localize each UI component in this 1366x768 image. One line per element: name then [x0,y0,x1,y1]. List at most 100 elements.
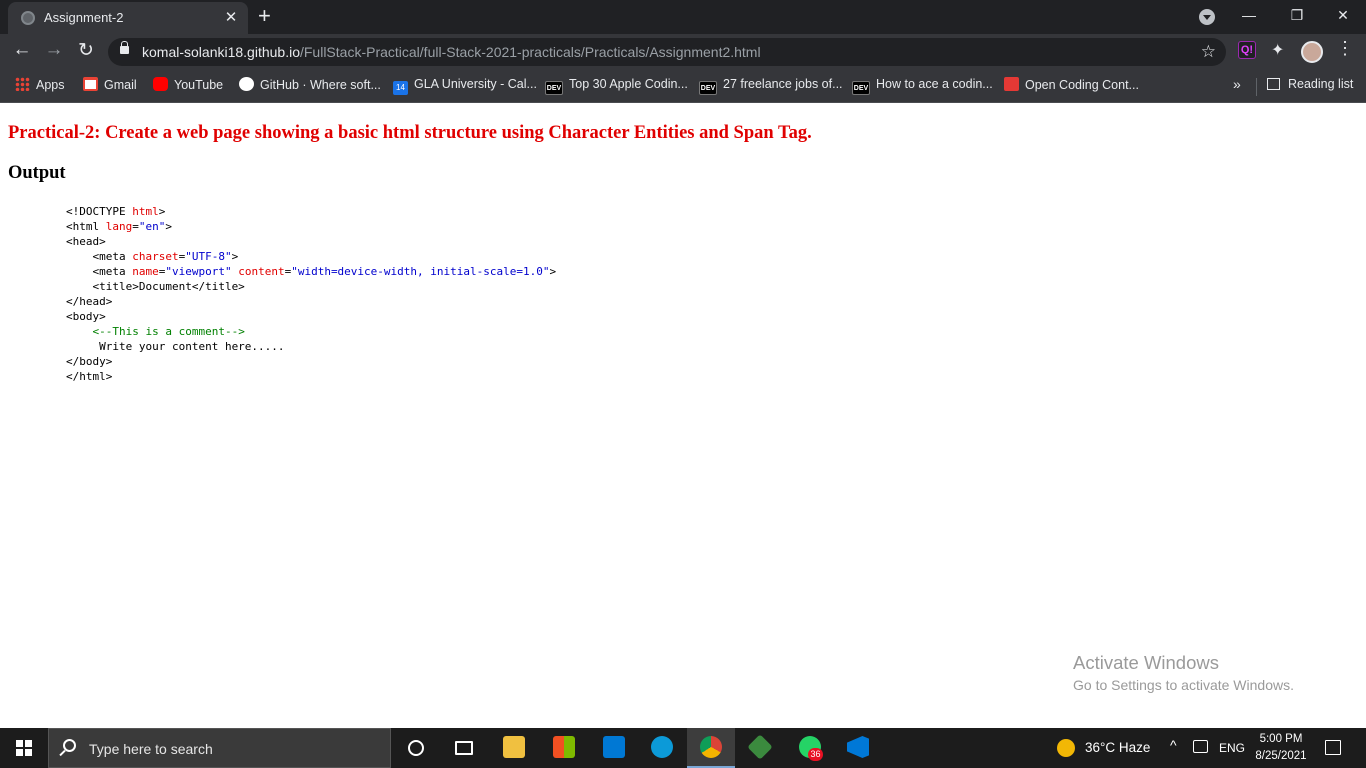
tab-title: Assignment-2 [44,10,124,25]
chrome-menu-icon[interactable]: ⋮ [1336,38,1354,59]
clock-time: 5:00 PM [1259,733,1303,745]
code-line: Write your content here..... [66,340,285,353]
bookmark-youtube[interactable]: YouTube [153,77,223,92]
cortana-icon [408,740,424,756]
url-path: /FullStack-Practical/full-Stack-2021-pra… [299,44,761,60]
profile-avatar[interactable] [1301,41,1323,63]
code-line: <html lang="en"> [66,220,172,233]
microsoft-store-button[interactable] [540,728,588,768]
bookmark-label: GLA University - Cal... [414,77,537,91]
vscode-icon [847,736,869,758]
language-indicator[interactable]: ENG [1219,741,1245,755]
search-placeholder: Type here to search [89,741,213,757]
opencoding-icon [1004,77,1019,91]
bookmark-label: How to ace a codin... [876,77,993,91]
close-window-button[interactable]: ✕ [1320,4,1366,28]
clock[interactable]: 5:00 PM 8/25/2021 [1250,731,1312,765]
bookmark-gla[interactable]: 14 GLA University - Cal... [393,77,537,95]
dev-icon: DEV [545,81,563,95]
weather-icon[interactable] [1057,739,1075,757]
reading-list-icon [1267,78,1280,90]
github-icon [239,77,254,91]
bookmark-apps[interactable]: Apps [15,77,65,92]
notifications-icon[interactable] [1325,740,1341,755]
windows-logo-icon [16,749,23,756]
search-icon [63,739,76,752]
code-line: <!DOCTYPE html> [66,205,166,218]
minimize-button[interactable]: — [1226,4,1272,28]
lock-icon[interactable] [120,41,129,54]
reading-list-label: Reading list [1288,77,1354,91]
dev-icon: DEV [852,81,870,95]
edge-icon [651,736,673,758]
cortana-button[interactable] [392,728,440,768]
chrome-button[interactable] [687,728,735,768]
forward-button[interactable]: → [42,39,66,61]
bookmark-label: Apps [36,78,65,92]
bookmark-label: 27 freelance jobs of... [723,77,843,91]
bookmark-star-icon[interactable]: ☆ [1201,42,1216,62]
dev-icon: DEV [699,81,717,95]
browser-tab[interactable]: Assignment-2 ✕ [8,2,248,34]
code-line: <meta name="viewport" content="width=dev… [66,265,557,278]
weather-text[interactable]: 36°C Haze [1085,740,1150,755]
back-button[interactable]: ← [10,39,34,61]
url-host: komal-solanki18.github.io [142,44,300,60]
network-icon[interactable] [1193,740,1208,753]
edge-button[interactable] [638,728,686,768]
maximize-button[interactable]: ❐ [1274,4,1320,28]
whatsapp-button[interactable] [786,728,834,768]
code-line: </body> [66,355,113,368]
mail-button[interactable] [590,728,638,768]
code-line: </html> [66,370,113,383]
tab-close-button[interactable]: ✕ [222,8,240,26]
tab-search-icon[interactable] [1199,9,1215,25]
browser-titlebar: Assignment-2 ✕ + — ❐ ✕ [0,0,1366,34]
address-bar[interactable]: komal-solanki18.github.io/FullStack-Prac… [108,38,1226,66]
url-text[interactable]: komal-solanki18.github.io/FullStack-Prac… [142,44,761,60]
bookmark-label: Top 30 Apple Codin... [569,77,688,91]
task-view-icon [455,741,473,755]
new-tab-button[interactable]: + [258,3,271,29]
code-line: <--This is a comment--> [92,325,245,338]
bookmark-dev-1[interactable]: DEV Top 30 Apple Codin... [545,77,688,95]
file-explorer-button[interactable] [490,728,538,768]
code-line: <body> [66,310,106,323]
globe-icon [21,11,35,25]
extensions-puzzle-icon[interactable]: ✦ [1271,40,1284,60]
gmail-icon [83,77,98,91]
git-button[interactable] [736,728,784,768]
reload-button[interactable]: ↻ [74,39,98,62]
page-title: Practical-2: Create a web page showing a… [8,123,812,143]
bookmark-label: GitHub · Where soft... [260,78,381,92]
bookmark-label: Gmail [104,78,137,92]
bookmark-dev-3[interactable]: DEV How to ace a codin... [852,77,993,95]
clock-date: 8/25/2021 [1255,750,1307,762]
output-heading: Output [8,163,66,183]
reading-list-button[interactable]: Reading list [1267,77,1353,91]
bookmark-github[interactable]: GitHub · Where soft... [239,77,381,92]
vscode-button[interactable] [834,728,882,768]
browser-toolbar: ← → ↻ komal-solanki18.github.io/FullStac… [0,34,1366,70]
git-icon [747,734,773,760]
whatsapp-badge: 36 [808,748,823,761]
code-line: <meta charset="UTF-8"> [66,250,239,263]
activate-title: Activate Windows [1073,652,1219,673]
bookmark-dev-2[interactable]: DEV 27 freelance jobs of... [699,77,843,95]
bookmark-open-coding[interactable]: Open Coding Cont... [1004,77,1139,92]
apps-icon [15,77,30,91]
show-hidden-icons-button[interactable]: ^ [1170,737,1177,753]
mail-icon [603,736,625,758]
youtube-icon [153,77,168,91]
windows-start-button[interactable] [0,728,48,768]
taskbar-search-box[interactable]: Type here to search [48,728,391,768]
extension-q-icon[interactable]: Q! [1238,41,1256,59]
microsoft-store-icon [553,736,575,758]
activate-windows-watermark: Activate Windows Go to Settings to activ… [1073,652,1294,693]
code-line: <title>Document</title> [66,280,245,293]
windows-taskbar: Type here to search 36 36°C Haze ^ ENG 5… [0,728,1366,768]
bookmarks-bar: Apps Gmail YouTube GitHub · Where soft..… [0,70,1366,103]
task-view-button[interactable] [440,728,488,768]
bookmarks-overflow-button[interactable]: » [1233,76,1241,92]
bookmark-gmail[interactable]: Gmail [83,77,137,92]
